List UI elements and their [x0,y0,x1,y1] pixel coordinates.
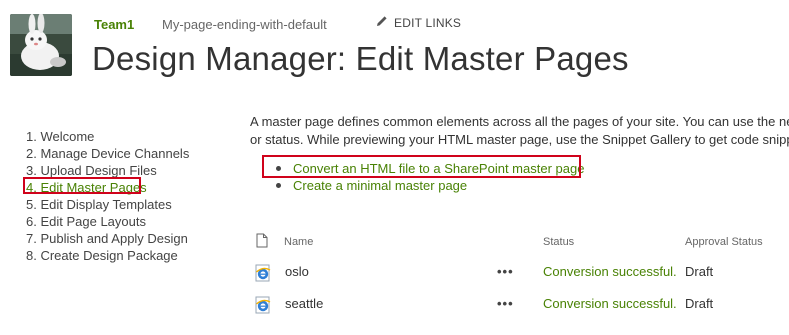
page-title: Design Manager: Edit Master Pages [92,40,629,77]
step-welcome[interactable]: 1. Welcome [26,128,189,145]
ie-file-icon [254,264,272,282]
column-header-status[interactable]: Status [543,236,574,248]
site-name-link[interactable]: Team1 [94,17,134,32]
site-logo[interactable] [10,14,72,76]
create-minimal-master-label: Create a minimal master page [293,178,468,193]
step-manage-device-channels[interactable]: 2. Manage Device Channels [26,145,189,162]
step-edit-display-templates[interactable]: 5. Edit Display Templates [26,196,189,213]
intro-paragraph: A master page defines common elements ac… [250,113,789,149]
page-nav-link[interactable]: My-page-ending-with-default [162,17,327,32]
step-edit-page-layouts[interactable]: 6. Edit Page Layouts [26,213,189,230]
create-minimal-master-link[interactable]: Create a minimal master page [276,178,467,193]
column-header-approval-status[interactable]: Approval Status [685,236,763,248]
document-icon [256,233,268,251]
step-publish-and-apply-design[interactable]: 7. Publish and Apply Design [26,230,189,247]
bullet-icon [276,183,281,188]
step-nav: 1. Welcome 2. Manage Device Channels 3. … [26,128,189,264]
edit-links-label: EDIT LINKS [394,15,462,30]
pencil-icon [376,15,388,30]
column-header-name[interactable]: Name [284,236,313,248]
edit-links-button[interactable]: EDIT LINKS [376,15,461,30]
ie-file-icon [254,296,272,314]
ellipsis-menu-icon[interactable]: ••• [497,264,514,279]
file-name-link[interactable]: seattle [285,296,323,311]
file-name-link[interactable]: oslo [285,264,309,279]
step-create-design-package[interactable]: 8. Create Design Package [26,247,189,264]
conversion-status-link[interactable]: Conversion successful. [543,296,677,311]
conversion-status-link[interactable]: Conversion successful. [543,264,677,279]
step-highlight-box [23,177,141,194]
intro-line-2: or status. While previewing your HTML ma… [250,132,789,147]
intro-line-1: A master page defines common elements ac… [250,114,789,129]
approval-status: Draft [685,264,714,279]
approval-status: Draft [685,296,714,311]
ellipsis-menu-icon[interactable]: ••• [497,296,514,311]
action-highlight-box [262,155,581,178]
